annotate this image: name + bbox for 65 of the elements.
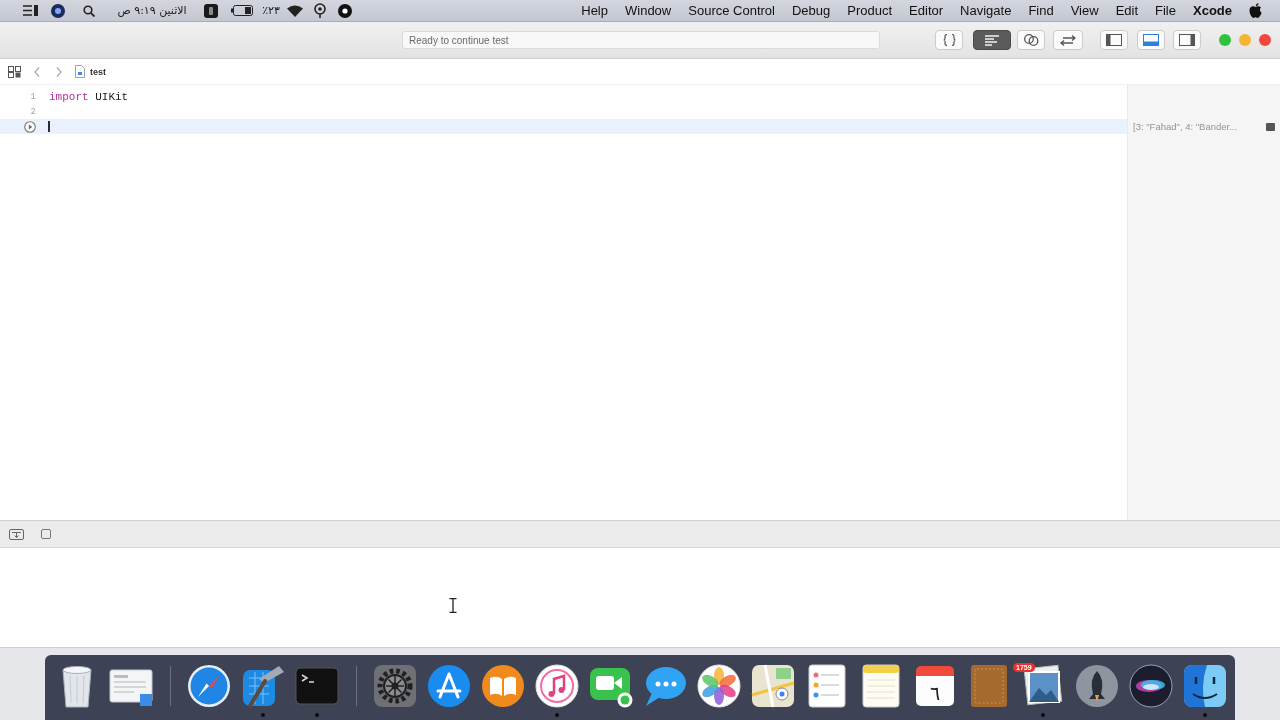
run-icon[interactable] (24, 120, 36, 133)
checklist-icon[interactable] (805, 664, 849, 708)
speech-bubble-icon[interactable] (643, 664, 687, 708)
overlapping-circles-icon (1023, 34, 1039, 46)
app-menu[interactable]: Xcode (1193, 3, 1232, 18)
map-icon[interactable] (751, 664, 795, 708)
smiling-face-icon[interactable] (1183, 664, 1227, 708)
result-text: [3: "Fahad", 4: "Bander... (1133, 121, 1239, 132)
text-caret-icon (48, 121, 50, 132)
file-name[interactable]: test (90, 66, 106, 77)
terminal-icon[interactable] (295, 664, 339, 708)
record-icon[interactable] (338, 3, 352, 18)
gear-icon[interactable] (373, 664, 417, 708)
bottom-panel-icon (1143, 34, 1159, 46)
wifi-icon[interactable] (287, 4, 303, 17)
swap-arrows-icon (1060, 34, 1076, 46)
orb-icon[interactable] (1129, 664, 1173, 708)
menu-item[interactable]: Edit (1115, 3, 1139, 18)
utilities-toggle-button[interactable] (1173, 30, 1201, 50)
menu-item[interactable]: View (1070, 3, 1099, 18)
menu-item[interactable]: Product (847, 3, 893, 18)
compass-icon[interactable] (187, 664, 231, 708)
apple-icon[interactable] (1249, 3, 1262, 18)
menu-item[interactable]: Help (581, 3, 608, 18)
braces-icon (942, 34, 956, 46)
menu-item[interactable]: Debug (791, 3, 831, 18)
square-icon[interactable] (41, 529, 51, 539)
menu-item[interactable]: File (1155, 3, 1176, 18)
search-icon[interactable] (83, 4, 95, 17)
debug-area-toggle-button[interactable] (1137, 30, 1165, 50)
music-note-icon[interactable] (535, 664, 579, 708)
triangle-lines-icon[interactable] (427, 664, 471, 708)
assistant-editor-button[interactable] (1017, 30, 1045, 50)
grid-icon[interactable] (8, 65, 21, 78)
navigator-toggle-button[interactable] (1100, 30, 1128, 50)
list-icon[interactable] (22, 5, 38, 16)
menu-item[interactable]: Editor (909, 3, 944, 18)
i-beam-cursor-icon (449, 598, 457, 613)
code-line: import UIKit (49, 90, 129, 103)
flower-icon[interactable] (697, 664, 741, 708)
left-panel-icon (1106, 34, 1122, 46)
calendar-icon[interactable]: ٦ (916, 666, 954, 706)
file-icon (75, 65, 85, 78)
calendar-day: ٦ (929, 684, 941, 703)
line-number: 1 (30, 91, 36, 102)
close-icon[interactable] (1259, 34, 1271, 46)
activity-status: Ready to continue test (402, 31, 880, 49)
text-lines-icon (985, 34, 999, 46)
library-button[interactable] (935, 30, 963, 50)
disc-icon[interactable] (51, 3, 65, 18)
menu-item[interactable]: Navigate (960, 3, 1012, 18)
hide-panel-icon[interactable] (9, 528, 24, 540)
menu-item[interactable]: Find (1028, 3, 1054, 18)
menu-item[interactable]: Window (625, 3, 672, 18)
open-book-icon[interactable] (481, 664, 525, 708)
menu-item[interactable]: Source Control (688, 3, 775, 18)
standard-editor-button[interactable] (973, 30, 1011, 50)
pin-icon[interactable] (314, 3, 326, 18)
hammer-icon[interactable] (241, 664, 285, 708)
notepad-icon[interactable] (859, 664, 903, 708)
rocket-icon[interactable] (1075, 664, 1119, 708)
quick-look-icon[interactable] (1266, 122, 1275, 131)
line-number: 2 (30, 106, 36, 117)
right-panel-icon (1179, 34, 1195, 46)
version-editor-button[interactable] (1053, 30, 1083, 50)
